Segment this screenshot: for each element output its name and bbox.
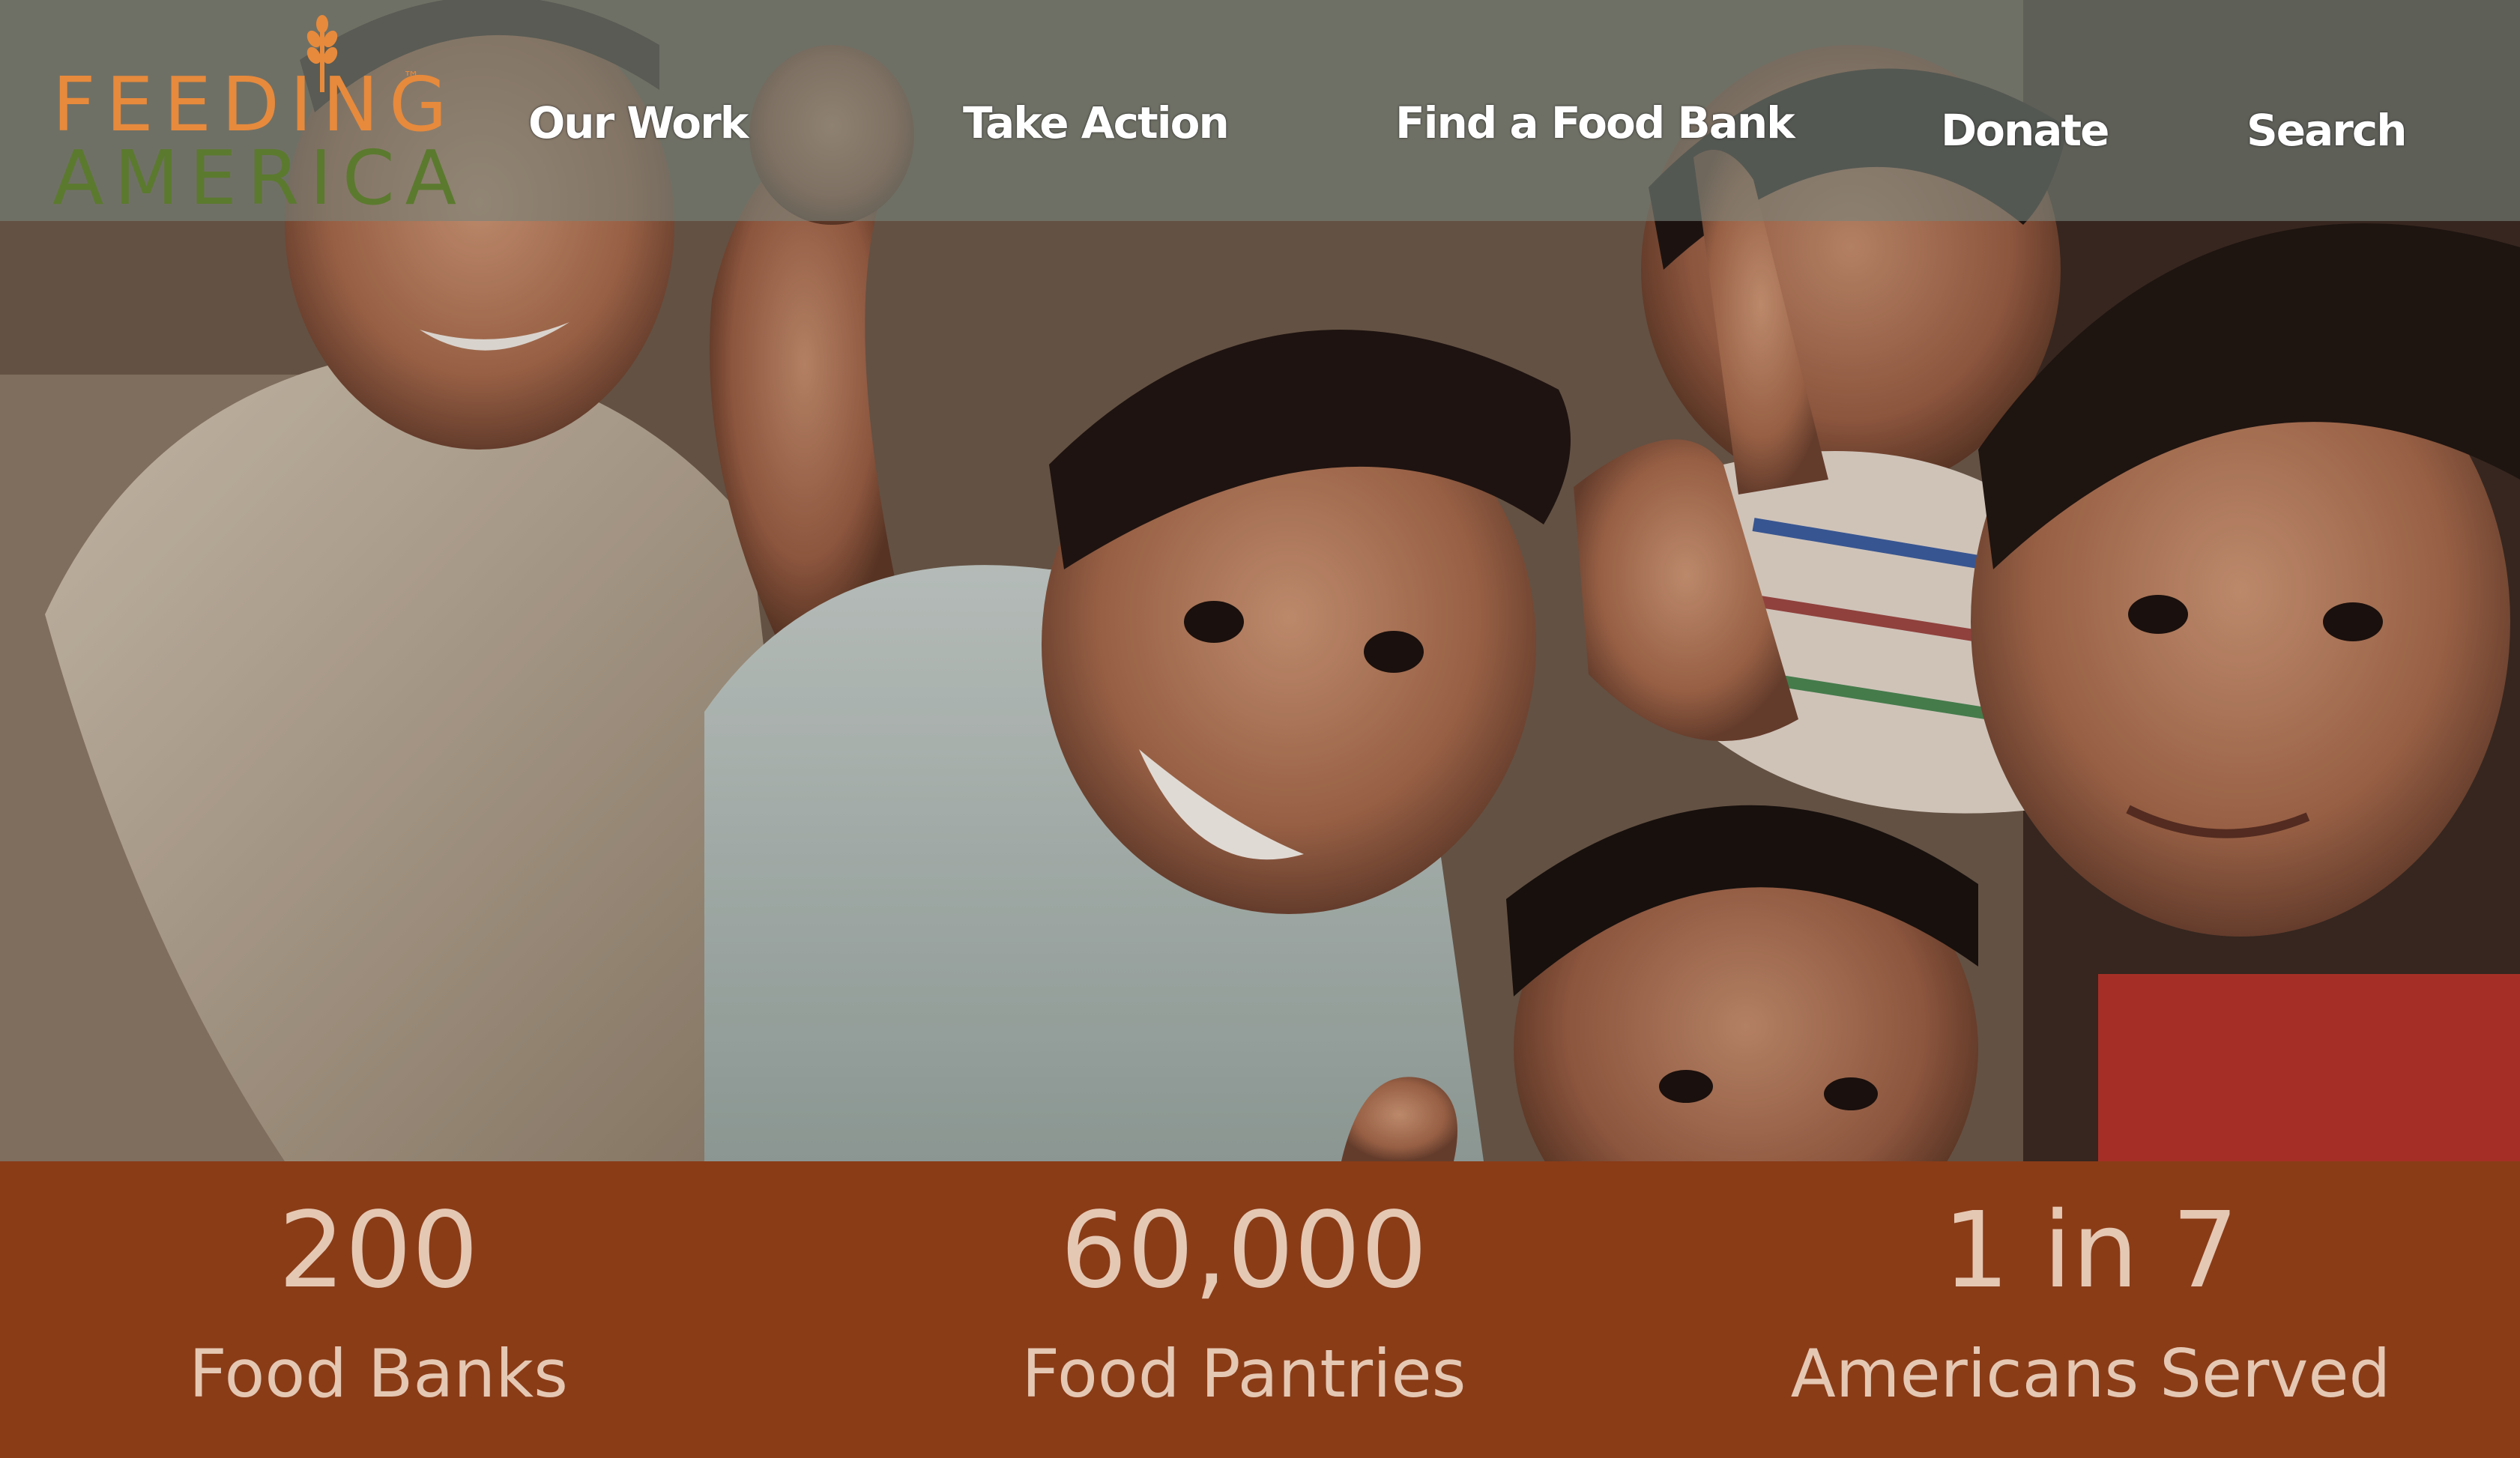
nav-search[interactable]: Search [2246, 105, 2408, 172]
logo-trademark: ™ [403, 69, 420, 88]
stat-label: Americans Served [1790, 1335, 2391, 1412]
nav-our-work[interactable]: Our Work [528, 97, 749, 165]
page: FEEDING ™ AMERICA Our Work Take Action F… [0, 0, 2520, 1458]
stat-number: 60,000 [1060, 1190, 1427, 1312]
stat-americans-served: 1 in 7 Americans Served [1753, 1161, 2428, 1458]
feeding-america-logo[interactable]: FEEDING ™ AMERICA [45, 13, 456, 216]
nav-donate[interactable]: Donate [1941, 105, 2109, 172]
stat-number: 1 in 7 [1942, 1190, 2239, 1312]
stat-label: Food Pantries [1021, 1335, 1466, 1412]
stat-food-banks: 200 Food Banks [41, 1161, 716, 1458]
logo-text-feeding: FEEDING [52, 61, 458, 148]
stat-food-pantries: 60,000 Food Pantries [907, 1161, 1581, 1458]
logo-text-america: AMERICA [52, 134, 468, 222]
nav-find-a-food-bank[interactable]: Find a Food Bank [1395, 97, 1795, 165]
site-header: FEEDING ™ AMERICA Our Work Take Action F… [0, 0, 2520, 221]
stats-band: 200 Food Banks 60,000 Food Pantries 1 in… [0, 1161, 2520, 1458]
stat-number: 200 [278, 1190, 479, 1312]
stat-label: Food Banks [189, 1335, 568, 1412]
nav-take-action[interactable]: Take Action [963, 97, 1230, 165]
